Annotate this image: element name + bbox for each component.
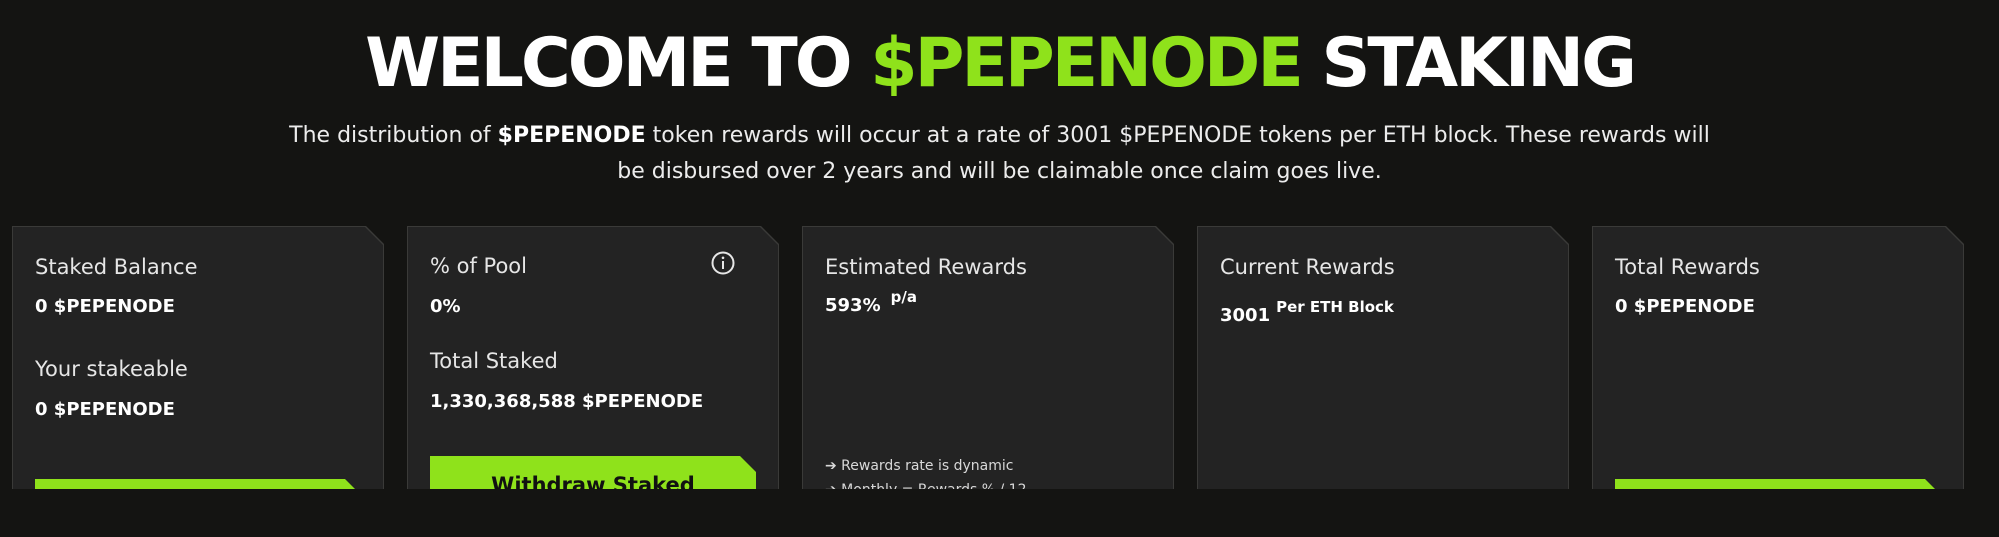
- claim-rewards-button[interactable]: [1615, 479, 1941, 537]
- pool-card: % of Pool 0% Total Staked 1,330,368,588 …: [408, 227, 778, 489]
- pool-share-value: 0%: [430, 296, 461, 317]
- estimated-rewards-card: Estimated Rewards 593% p/a ➔ Rewards rate…: [803, 227, 1173, 489]
- rewards-dynamic-note: ➔ Rewards rate is dynamic: [825, 458, 1014, 474]
- total-rewards-card: Total Rewards 0 $PEPENODE: [1593, 227, 1963, 489]
- intro-token: $PEPENODE: [497, 123, 646, 148]
- title-suffix: STAKING: [1300, 24, 1636, 103]
- intro-line1-rest: token rewards will occur at a rate of 30…: [645, 123, 1710, 148]
- current-rewards-unit: Per ETH Block: [1276, 298, 1394, 316]
- pool-share-label: % of Pool: [430, 254, 527, 278]
- total-staked-label: Total Staked: [430, 349, 558, 373]
- intro-line2: be disbursed over 2 years and will be cl…: [617, 159, 1382, 184]
- staked-balance-value: 0 $PEPENODE: [35, 296, 175, 317]
- intro-text: The distribution of $PEPENODE token rewa…: [200, 118, 1799, 190]
- monthly-rewards-note: ➔ Monthly = Rewards % / 12: [825, 482, 1027, 498]
- stakeable-label: Your stakeable: [35, 357, 188, 381]
- estimated-rewards-label: Estimated Rewards: [825, 255, 1027, 279]
- total-rewards-value: 0 $PEPENODE: [1615, 296, 1755, 317]
- estimated-rewards-value: 593% p/a: [825, 295, 917, 316]
- current-rewards-value: 3001 Per ETH Block: [1220, 305, 1394, 326]
- stake-button[interactable]: [35, 479, 361, 537]
- estimated-rewards-number: 593%: [825, 295, 881, 316]
- title-prefix: WELCOME TO: [365, 24, 871, 103]
- estimated-rewards-unit: p/a: [890, 288, 917, 306]
- page-title: WELCOME TO $PEPENODE STAKING: [0, 22, 1999, 106]
- current-rewards-label: Current Rewards: [1220, 255, 1395, 279]
- staked-balance-label: Staked Balance: [35, 255, 198, 279]
- intro-pre: The distribution of: [289, 123, 498, 148]
- current-rewards-number: 3001: [1220, 305, 1271, 326]
- withdraw-staked-button[interactable]: Withdraw Staked: [430, 456, 756, 514]
- info-icon[interactable]: [711, 251, 735, 275]
- title-accent: $PEPENODE: [870, 24, 1304, 103]
- stakeable-value: 0 $PEPENODE: [35, 399, 175, 420]
- total-rewards-label: Total Rewards: [1615, 255, 1760, 279]
- total-staked-value: 1,330,368,588 $PEPENODE: [430, 391, 704, 412]
- staked-balance-card: Staked Balance 0 $PEPENODE Your stakeabl…: [13, 227, 383, 489]
- current-rewards-card: Current Rewards 3001 Per ETH Block: [1198, 227, 1568, 489]
